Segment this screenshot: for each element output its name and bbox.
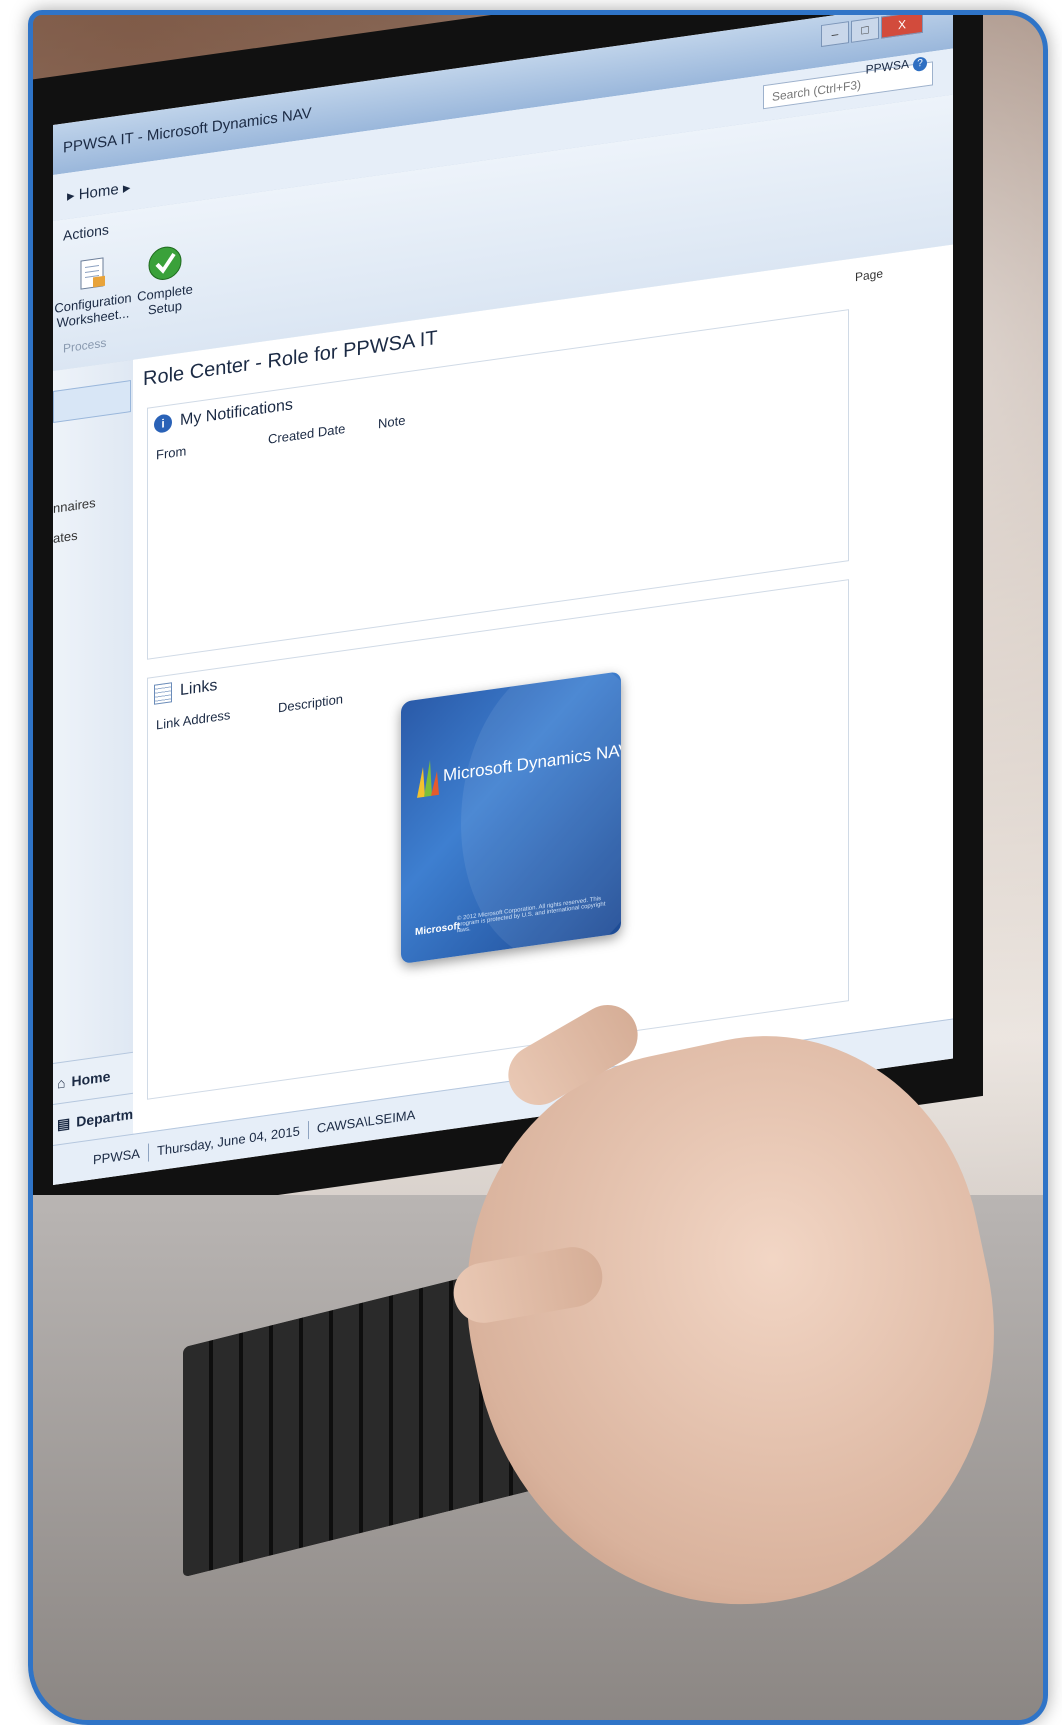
status-user: CAWSA\LSEIMA [316,1107,416,1136]
nav-home-label: Home [71,1067,111,1090]
home-icon: ⌂ [57,1074,66,1092]
col-link-address[interactable]: Link Address [156,707,230,732]
help-icon[interactable]: ? [913,56,927,73]
status-date: Thursday, June 04, 2015 [156,1123,300,1159]
nav-item-questionnaires[interactable]: nnaires [53,495,96,516]
configuration-worksheet-label: Configuration Worksheet... [54,289,132,331]
status-separator [307,1120,309,1139]
navigation-pane: nnaires ates ⌂ Home ▤ Departments » [53,359,162,1185]
nav-selected-item[interactable] [53,380,131,423]
nav-bottom: ⌂ Home ▤ Departments » [53,1051,162,1156]
minimize-button[interactable]: – [821,21,849,48]
page-label[interactable]: Page [855,266,883,284]
worksheet-icon [80,257,105,290]
laptop-screen: PPWSA IT - Microsoft Dynamics NAV – □ X … [53,15,953,1185]
ribbon-group-process: Process [63,335,107,356]
list-icon [154,682,172,705]
maximize-button[interactable]: □ [851,16,879,43]
departments-icon: ▤ [57,1114,71,1132]
dynamics-logo-icon [417,760,439,798]
photo-frame: PPWSA IT - Microsoft Dynamics NAV – □ X … [28,10,1048,1725]
col-created-date[interactable]: Created Date [268,421,345,447]
col-description[interactable]: Description [278,691,343,715]
splash-screen: Microsoft Dynamics NAV 2013 Microsoft © … [401,671,621,965]
photo-background: PPWSA IT - Microsoft Dynamics NAV – □ X … [0,0,1062,1725]
window-controls: – □ X [821,15,923,48]
microsoft-brand: Microsoft [415,920,460,939]
breadcrumb[interactable]: ▸ Home ▸ [67,178,130,205]
links-title: Links [180,676,218,700]
nav-item-templates[interactable]: ates [53,528,78,546]
role-center: Role Center - Role for PPWSA IT Page i M… [133,244,953,1134]
configuration-worksheet-button[interactable]: Configuration Worksheet... [53,250,133,331]
col-note[interactable]: Note [378,412,405,431]
info-icon: i [154,413,172,434]
tab-actions[interactable]: Actions [63,221,109,243]
col-from[interactable]: From [156,443,186,462]
complete-setup-label: Complete Setup [137,281,193,318]
complete-setup-button[interactable]: Complete Setup [125,240,205,321]
close-button[interactable]: X [881,15,923,39]
status-company: PPWSA [93,1145,140,1168]
status-separator [147,1143,149,1162]
checkmark-icon [148,246,182,280]
